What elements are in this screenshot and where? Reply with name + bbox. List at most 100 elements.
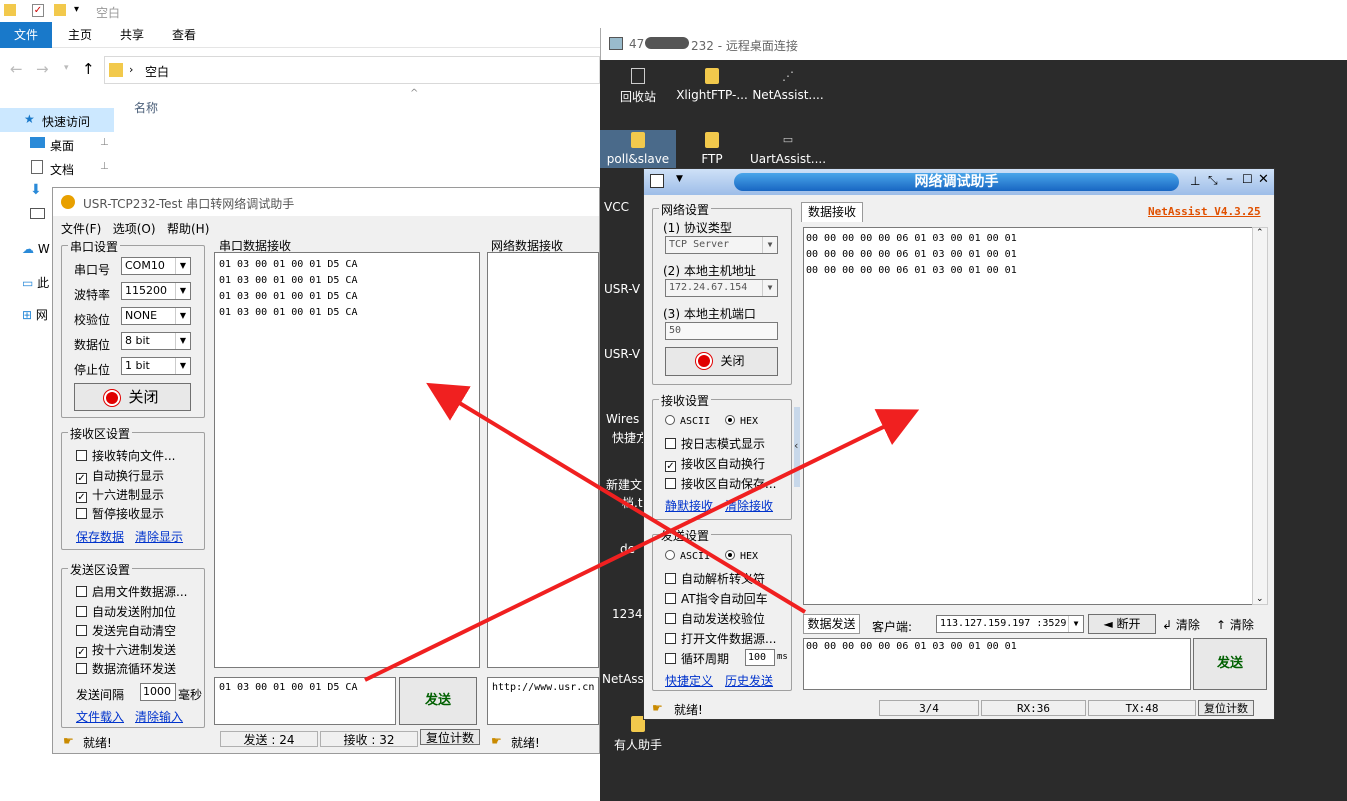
send-opt-escape[interactable]: 自动解析转义符: [665, 570, 765, 587]
system-menu-icon[interactable]: ▼: [676, 174, 683, 184]
tab-view[interactable]: 查看: [160, 22, 208, 48]
desktop-icon-partial[interactable]: USR-V: [604, 347, 640, 361]
net-close-button[interactable]: 关闭: [665, 347, 778, 376]
maximize-icon[interactable]: ☐: [1242, 172, 1253, 186]
desktop-icon-uartassist[interactable]: ▭ UartAssist....: [750, 132, 826, 166]
pin-icon[interactable]: ⊥: [100, 137, 109, 148]
netassist-titlebar[interactable]: ▼ 网络调试助手 ⊥ ⤡ – ☐ ✕: [644, 169, 1274, 195]
client-select[interactable]: 113.127.159.197 :3529 ▼: [936, 615, 1084, 633]
port-select[interactable]: COM10 ▼: [121, 257, 191, 275]
loop-period-input[interactable]: 100: [745, 649, 775, 666]
send-opt-loop[interactable]: 循环周期: [665, 650, 729, 667]
back-icon[interactable]: ←: [10, 60, 23, 78]
nav-item-desktop[interactable]: 桌面 ⊥: [0, 134, 114, 154]
clear-send-button[interactable]: ↑ 清除: [1216, 616, 1254, 633]
up-icon[interactable]: ↑: [82, 60, 95, 78]
tab-share[interactable]: 共享: [108, 22, 156, 48]
desktop-icon-usr-assistant[interactable]: 有人助手: [600, 716, 676, 753]
send-opt-checksum[interactable]: 自动发送校验位: [665, 610, 765, 627]
net-send-input[interactable]: 00 00 00 00 00 06 01 03 00 01 00 01: [803, 638, 1191, 690]
menu-file[interactable]: 文件(F): [61, 222, 101, 236]
send-opt-file-source[interactable]: 启用文件数据源...: [76, 583, 187, 600]
breadcrumb[interactable]: › 空白: [104, 56, 600, 84]
usr-titlebar[interactable]: USR-TCP232-Test 串口转网络调试助手: [53, 188, 599, 216]
recv-opt-wrap[interactable]: ✓ 接收区自动换行: [665, 455, 765, 472]
column-header-name[interactable]: 名称: [134, 99, 158, 116]
menu-options[interactable]: 选项(O): [113, 222, 156, 236]
desktop-icon-poll-slave[interactable]: poll&slave: [600, 130, 676, 168]
forward-icon[interactable]: →: [36, 60, 49, 78]
scroll-down-icon[interactable]: ⌄: [1256, 594, 1264, 604]
nav-item-network[interactable]: ⊞ 网: [22, 306, 48, 323]
nav-item-onedrive[interactable]: ☁ W: [22, 242, 50, 256]
desktop-icon-recycle-bin[interactable]: 回收站: [600, 68, 676, 105]
recv-opt-to-file[interactable]: 接收转向文件...: [76, 447, 175, 464]
net-recv-area[interactable]: 00 00 00 00 00 06 01 03 00 01 00 01 00 0…: [803, 227, 1254, 605]
desktop-icon-partial[interactable]: 档.t: [622, 494, 643, 511]
serial-recv-area[interactable]: 01 03 00 01 00 01 D5 CA 01 03 00 01 00 0…: [214, 252, 480, 668]
history-send-link[interactable]: 历史发送: [725, 672, 773, 689]
download-icon[interactable]: ⬇: [30, 182, 42, 198]
silent-recv-link[interactable]: 静默接收: [665, 497, 713, 514]
save-data-link[interactable]: 保存数据: [76, 528, 124, 545]
serial-close-button[interactable]: 关闭: [74, 383, 191, 411]
recv-opt-autosave[interactable]: 接收区自动保存...: [665, 475, 776, 492]
tab-home[interactable]: 主页: [56, 22, 104, 48]
data-bits-select[interactable]: 8 bit ▼: [121, 332, 191, 350]
tab-data-receive[interactable]: 数据接收: [801, 202, 863, 222]
desktop-icon-partial[interactable]: 新建文: [606, 476, 642, 493]
nav-item-this-pc[interactable]: ▭ 此: [22, 274, 49, 291]
desktop-icon-partial[interactable]: VCC: [604, 200, 629, 214]
desktop-icon-partial[interactable]: USR-V: [604, 282, 640, 296]
send-hex-radio[interactable]: HEX: [725, 550, 758, 562]
quick-define-link[interactable]: 快捷定义: [665, 672, 713, 689]
picture-icon[interactable]: [30, 208, 45, 219]
collapse-arrow-icon[interactable]: ‹: [794, 439, 798, 452]
send-opt-loop[interactable]: 数据流循环发送: [76, 660, 176, 677]
send-opt-hex[interactable]: ✓ 按十六进制发送: [76, 641, 176, 658]
desktop-icon-partial[interactable]: de: [620, 542, 635, 556]
clear-recv-link[interactable]: 清除接收: [725, 497, 773, 514]
pin-icon[interactable]: ⊥: [100, 161, 109, 172]
properties-icon[interactable]: ✓: [32, 4, 44, 17]
baud-select[interactable]: 115200 ▼: [121, 282, 191, 300]
desktop-icon-xlightftp[interactable]: XlightFTP-...: [674, 68, 750, 102]
net-recv-area[interactable]: [487, 252, 599, 668]
recv-opt-hex[interactable]: ✓ 十六进制显示: [76, 486, 164, 503]
desktop-icon-ftp[interactable]: FTP: [674, 132, 750, 166]
close-icon[interactable]: ✕: [1258, 172, 1269, 187]
reset-count-button[interactable]: 复位计数: [1198, 700, 1254, 716]
net-send-button[interactable]: 发送: [1193, 638, 1267, 690]
restore-icon[interactable]: ⤡: [1208, 173, 1218, 188]
minimize-icon[interactable]: –: [1226, 171, 1233, 187]
desktop-icon-partial[interactable]: NetAss: [602, 672, 644, 686]
protocol-select[interactable]: TCP Server ▼: [665, 236, 778, 254]
quick-access-dropdown-icon[interactable]: ▾: [74, 4, 79, 15]
recent-dropdown-icon[interactable]: ▾: [64, 63, 69, 73]
send-opt-at-cr[interactable]: AT指令自动回车: [665, 590, 768, 607]
interval-input[interactable]: 1000: [140, 683, 176, 701]
nav-item-documents[interactable]: 文档 ⊥: [0, 158, 114, 178]
desktop-icon-partial[interactable]: 1234: [612, 607, 643, 621]
serial-send-input[interactable]: 01 03 00 01 00 01 D5 CA: [214, 677, 396, 725]
clear-display-link[interactable]: 清除显示: [135, 528, 183, 545]
reset-count-button[interactable]: 复位计数: [420, 729, 480, 745]
parity-select[interactable]: NONE ▼: [121, 307, 191, 325]
send-ascii-radio[interactable]: ASCII: [665, 550, 710, 562]
pin-icon[interactable]: ⊥: [1190, 174, 1200, 188]
recv-opt-pause[interactable]: 暂停接收显示: [76, 505, 164, 522]
net-send-input[interactable]: http://www.usr.cn: [487, 677, 599, 725]
recv-opt-wrap[interactable]: ✓ 自动换行显示: [76, 467, 164, 484]
scroll-up-icon[interactable]: ⌃: [1256, 228, 1264, 238]
recv-scrollbar[interactable]: ⌃ ⌄: [1252, 227, 1268, 605]
port-input[interactable]: 50: [665, 322, 778, 340]
menu-help[interactable]: 帮助(H): [167, 222, 209, 236]
send-opt-file-source[interactable]: 打开文件数据源...: [665, 630, 776, 647]
desktop-icon-netassist[interactable]: ⋰ NetAssist....: [750, 68, 826, 102]
clear-recv-button[interactable]: ↲ 清除: [1162, 616, 1200, 633]
remote-desktop-titlebar[interactable]: 47 232 - 远程桌面连接: [600, 28, 1347, 60]
version-link[interactable]: NetAssist V4.3.25: [1148, 205, 1261, 218]
disconnect-button[interactable]: ◄ 断开: [1088, 614, 1156, 634]
recv-hex-radio[interactable]: HEX: [725, 415, 758, 427]
desktop-icon-partial[interactable]: Wires: [606, 412, 639, 426]
